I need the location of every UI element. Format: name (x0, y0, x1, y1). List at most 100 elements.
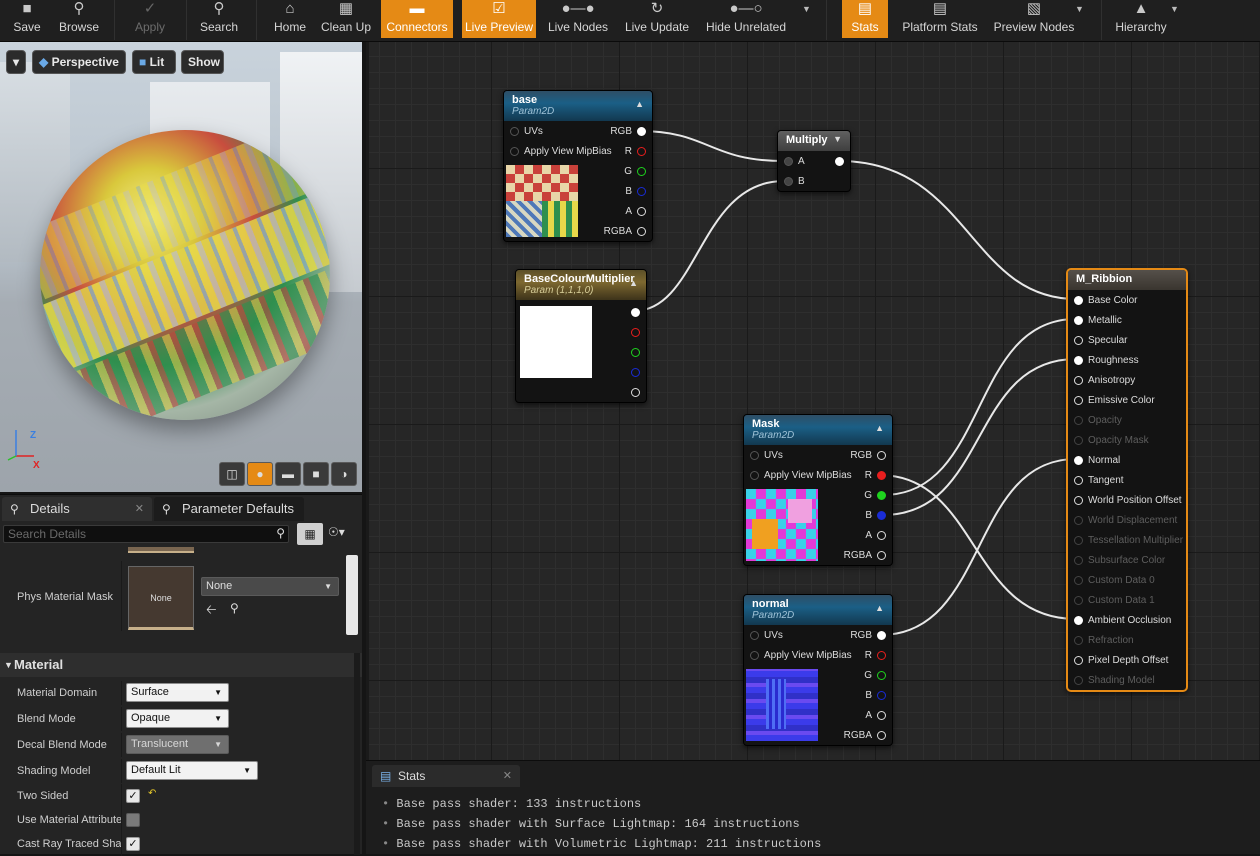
input-pin-specular[interactable]: Specular (1074, 334, 1127, 348)
hide-unrelated-dropdown-icon[interactable]: ▼ (802, 4, 811, 14)
input-pin-emissive-color[interactable]: Emissive Color (1074, 394, 1155, 408)
output-pin-g[interactable]: G (864, 669, 886, 683)
material-graph-canvas[interactable]: base Param2D ▲ UVs Apply View MipBias RGB … (366, 42, 1260, 760)
node-material-result[interactable]: M_Ribbion Base Color Metallic Specular R… (1066, 268, 1188, 692)
output-pin-rgb[interactable]: RGB (610, 125, 646, 139)
clean-up-button[interactable]: ▦ Clean Up (318, 0, 374, 38)
input-pin-mipbias[interactable]: Apply View MipBias (510, 145, 612, 159)
input-pin-ambient-occlusion[interactable]: Ambient Occlusion (1074, 614, 1171, 628)
search-details-input[interactable] (8, 526, 270, 542)
output-pin[interactable] (830, 155, 844, 169)
shading-model-select[interactable]: Default Lit ▼ (126, 761, 258, 780)
eye-icon[interactable]: ☉▾ (328, 525, 345, 539)
material-section-header[interactable]: ▼ Material (0, 653, 362, 677)
output-pin-r[interactable] (626, 326, 640, 340)
output-pin-b[interactable] (626, 366, 640, 380)
node-base-colour-multiplier[interactable]: BaseColourMultiplier Param (1,1,1,0) ▲ (515, 269, 647, 403)
output-pin-g[interactable]: G (864, 489, 886, 503)
output-pin-r[interactable]: R (865, 649, 886, 663)
material-domain-select[interactable]: Surface ▼ (126, 683, 229, 702)
use-selected-arrow-icon[interactable]: 🡠 (206, 601, 217, 623)
collapse-triangle-icon[interactable]: ▲ (629, 278, 638, 288)
collapse-triangle-icon[interactable]: ▼ (833, 134, 842, 144)
plane-icon[interactable]: ▬ (275, 462, 301, 486)
platform-stats-button[interactable]: ▤ Platform Stats (898, 0, 982, 38)
browse-button[interactable]: ⚲ Browse (54, 0, 104, 38)
save-button[interactable]: ■ Save (6, 0, 48, 38)
live-nodes-button[interactable]: ●—● Live Nodes (545, 0, 611, 38)
details-scrollbar-track[interactable] (354, 653, 360, 855)
cube-icon[interactable]: ■ (303, 462, 329, 486)
input-pin-roughness[interactable]: Roughness (1074, 354, 1139, 368)
search-button[interactable]: ⚲ Search (194, 0, 244, 38)
output-pin-a[interactable] (626, 386, 640, 400)
close-icon[interactable]: ✕ (135, 497, 144, 521)
input-pin-base-color[interactable]: Base Color (1074, 294, 1137, 308)
material-preview-viewport[interactable]: ▾ ◆ Perspective ■ Lit Show Z X ◫ ● ▬ ■ ◑ (0, 42, 362, 492)
collapse-triangle-icon[interactable]: ▲ (875, 423, 884, 433)
browse-asset-icon[interactable]: ⚲ (230, 601, 239, 615)
input-pin-a[interactable]: A (784, 155, 805, 169)
node-normal[interactable]: normal Param2D ▲ UVs Apply View MipBias RG… (743, 594, 893, 746)
show-button[interactable]: Show (181, 50, 224, 74)
output-pin-r[interactable]: R (865, 469, 886, 483)
output-pin-r[interactable]: R (625, 145, 646, 159)
teapot-icon[interactable]: ◑ (331, 462, 357, 486)
connectors-button[interactable]: ▬ Connectors (381, 0, 453, 38)
output-pin-rgb[interactable]: RGB (850, 629, 886, 643)
tab-details[interactable]: ⚲ Details ✕ (2, 497, 152, 521)
search-details-box[interactable]: ⚲ (3, 525, 289, 543)
tab-stats[interactable]: ▤ Stats ✕ (372, 765, 520, 787)
input-pin-mipbias[interactable]: Apply View MipBias (750, 469, 852, 483)
input-pin-b[interactable]: B (784, 175, 805, 189)
output-pin-b[interactable]: B (865, 689, 886, 703)
phys-material-thumbnail[interactable]: None (128, 566, 194, 630)
tab-parameter-defaults[interactable]: ⚲ Parameter Defaults (154, 497, 304, 521)
phys-material-mask-select[interactable]: None ▼ (201, 577, 339, 596)
sphere-icon[interactable]: ● (247, 462, 273, 486)
output-pin-rgba[interactable]: RGBA (604, 225, 646, 239)
output-pin-g[interactable]: G (624, 165, 646, 179)
cast-ray-traced-shadows-checkbox[interactable]: ✓ (126, 837, 140, 851)
output-pin-rgb[interactable]: RGB (850, 449, 886, 463)
input-pin-uvs[interactable]: UVs (750, 629, 783, 643)
live-update-button[interactable]: ↻ Live Update (620, 0, 694, 38)
preview-nodes-button[interactable]: ▧ Preview Nodes (991, 0, 1077, 38)
two-sided-checkbox[interactable]: ✓ (126, 789, 140, 803)
output-pin-rgb[interactable] (626, 306, 640, 320)
reset-to-default-icon[interactable]: ↶ (148, 788, 156, 799)
viewport-menu-button[interactable]: ▾ (6, 50, 26, 74)
hierarchy-button[interactable]: ▲ Hierarchy (1112, 0, 1170, 38)
input-pin-mipbias[interactable]: Apply View MipBias (750, 649, 852, 663)
input-pin-uvs[interactable]: UVs (510, 125, 543, 139)
collapse-triangle-icon[interactable]: ▲ (635, 99, 644, 109)
node-base[interactable]: base Param2D ▲ UVs Apply View MipBias RGB … (503, 90, 653, 242)
cylinder-icon[interactable]: ◫ (219, 462, 245, 486)
view-options-grid-icon[interactable]: ▦ (297, 523, 323, 545)
input-pin-metallic[interactable]: Metallic (1074, 314, 1122, 328)
node-multiply[interactable]: Multiply ▼ A B (777, 130, 851, 192)
output-pin-rgba[interactable]: RGBA (844, 729, 886, 743)
use-material-attributes-checkbox[interactable] (126, 813, 140, 827)
output-pin-a[interactable]: A (625, 205, 646, 219)
close-icon[interactable]: ✕ (503, 765, 512, 787)
hide-unrelated-button[interactable]: ●—○ Hide Unrelated (702, 0, 790, 38)
input-pin-tangent[interactable]: Tangent (1074, 474, 1124, 488)
output-pin-b[interactable]: B (865, 509, 886, 523)
live-preview-button[interactable]: ☑ Live Preview (462, 0, 536, 38)
output-pin-a[interactable]: A (865, 529, 886, 543)
output-pin-b[interactable]: B (625, 185, 646, 199)
output-pin-a[interactable]: A (865, 709, 886, 723)
stats-button[interactable]: ▤ Stats (842, 0, 888, 38)
input-pin-world-position-offset[interactable]: World Position Offset (1074, 494, 1182, 508)
output-pin-rgba[interactable]: RGBA (844, 549, 886, 563)
details-scrollbar[interactable] (346, 555, 358, 635)
lit-button[interactable]: ■ Lit (132, 50, 176, 74)
input-pin-uvs[interactable]: UVs (750, 449, 783, 463)
input-pin-anisotropy[interactable]: Anisotropy (1074, 374, 1135, 388)
perspective-button[interactable]: ◆ Perspective (32, 50, 126, 74)
hierarchy-dropdown-icon[interactable]: ▼ (1170, 4, 1179, 14)
node-mask[interactable]: Mask Param2D ▲ UVs Apply View MipBias RGB … (743, 414, 893, 566)
output-pin-g[interactable] (626, 346, 640, 360)
blend-mode-select[interactable]: Opaque ▼ (126, 709, 229, 728)
